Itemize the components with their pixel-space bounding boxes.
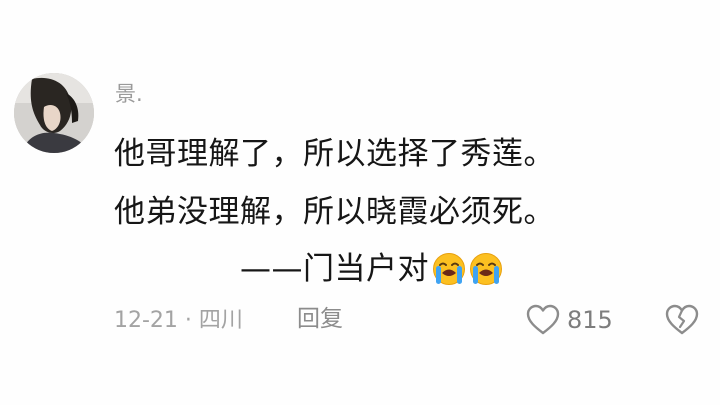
signature-text: ——门当户对: [240, 250, 429, 287]
username[interactable]: 景.: [115, 84, 143, 105]
like-count: 815: [567, 306, 613, 334]
heart-icon: [525, 302, 561, 338]
like-button[interactable]: 815: [525, 302, 613, 338]
reply-button[interactable]: 回复: [297, 308, 343, 331]
loudly-crying-face-icon: [432, 252, 466, 286]
avatar[interactable]: [14, 73, 94, 153]
broken-heart-icon: [664, 302, 700, 338]
comment-card: 景. 他哥理解了，所以选择了秀莲。 他弟没理解，所以晓霞必须死。 ——门当户对: [0, 0, 720, 405]
comment-date-location: 12-21 · 四川: [114, 308, 243, 333]
avatar-image: [14, 73, 94, 153]
comment-text-line-2: 他弟没理解，所以晓霞必须死。: [114, 194, 555, 230]
comment-text-line-3: ——门当户对: [240, 252, 503, 286]
comment-text-line-1: 他哥理解了，所以选择了秀莲。: [114, 136, 555, 172]
dislike-button[interactable]: [664, 302, 700, 338]
loudly-crying-face-icon: [469, 252, 503, 286]
